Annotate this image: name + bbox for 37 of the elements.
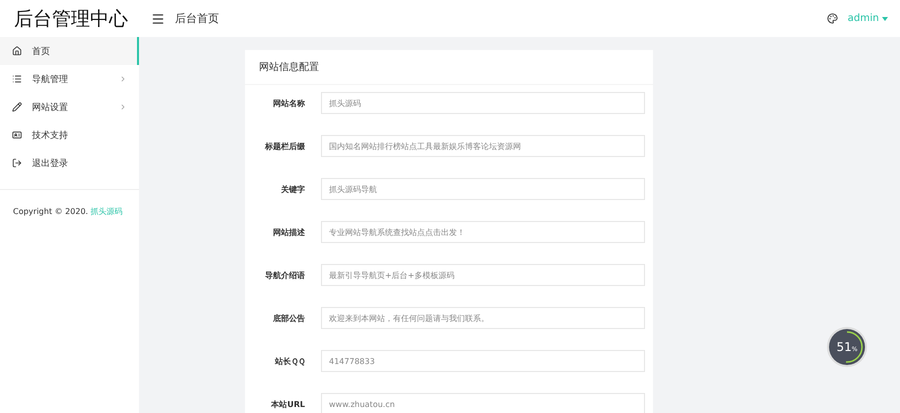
input-field[interactable]: 抓头源码导航 <box>321 178 645 200</box>
input-field[interactable]: www.zhuatou.cn <box>321 393 645 413</box>
input-field[interactable]: 国内知名网站排行榜站点工具最新娱乐博客论坛资源网 <box>321 135 645 157</box>
pencil-icon <box>12 102 22 112</box>
gauge-reading: 51 <box>836 340 852 354</box>
breadcrumb: 后台首页 <box>175 11 219 26</box>
field-label: 关键字 <box>280 184 305 194</box>
copyright-link[interactable]: 抓头源码 <box>90 207 123 216</box>
list-icon <box>12 74 22 84</box>
sidebar-item-label: 首页 <box>32 46 51 58</box>
palette-icon[interactable] <box>826 13 838 24</box>
menu-icon[interactable] <box>151 12 165 26</box>
app-title: 后台管理中心 <box>0 0 139 37</box>
card-title: 网站信息配置 <box>245 50 653 85</box>
field-label: 标题栏后缀 <box>264 140 305 152</box>
sidebar-item-label: 退出登录 <box>32 158 69 170</box>
input-field[interactable]: 抓头源码 <box>321 92 645 114</box>
sidebar-item-label: 技术支持 <box>32 130 69 142</box>
field-label: 网站名称 <box>272 98 305 108</box>
field-label: 网站描述 <box>272 226 305 238</box>
caret-icon <box>882 16 888 20</box>
user-menu[interactable]: admin <box>848 13 888 24</box>
input-field[interactable]: 专业网站导航系统查找站点点击出发！ <box>321 221 645 243</box>
field-label: 底部公告 <box>272 312 305 324</box>
sidebar-item[interactable]: 首页 <box>0 37 139 65</box>
sidebar-item-label: 网站设置 <box>32 102 69 114</box>
logout-icon <box>12 158 22 168</box>
field-label: 站长ＱＱ <box>274 356 305 366</box>
home-icon <box>12 46 22 56</box>
field-label: 本站URL <box>270 398 305 410</box>
input-field[interactable]: 414778833 <box>321 350 645 372</box>
field-label: 导航介绍语 <box>264 270 305 280</box>
id-card-icon <box>12 130 22 140</box>
copyright-text: Copyright © 2020. 抓头源码 <box>0 189 139 233</box>
sidebar-item-label: 导航管理 <box>32 74 69 86</box>
input-field[interactable]: 最新引导导航页+后台+多模板源码 <box>321 264 645 286</box>
input-field[interactable]: 欢迎来到本网站，有任何问题请与我们联系。 <box>321 307 645 329</box>
